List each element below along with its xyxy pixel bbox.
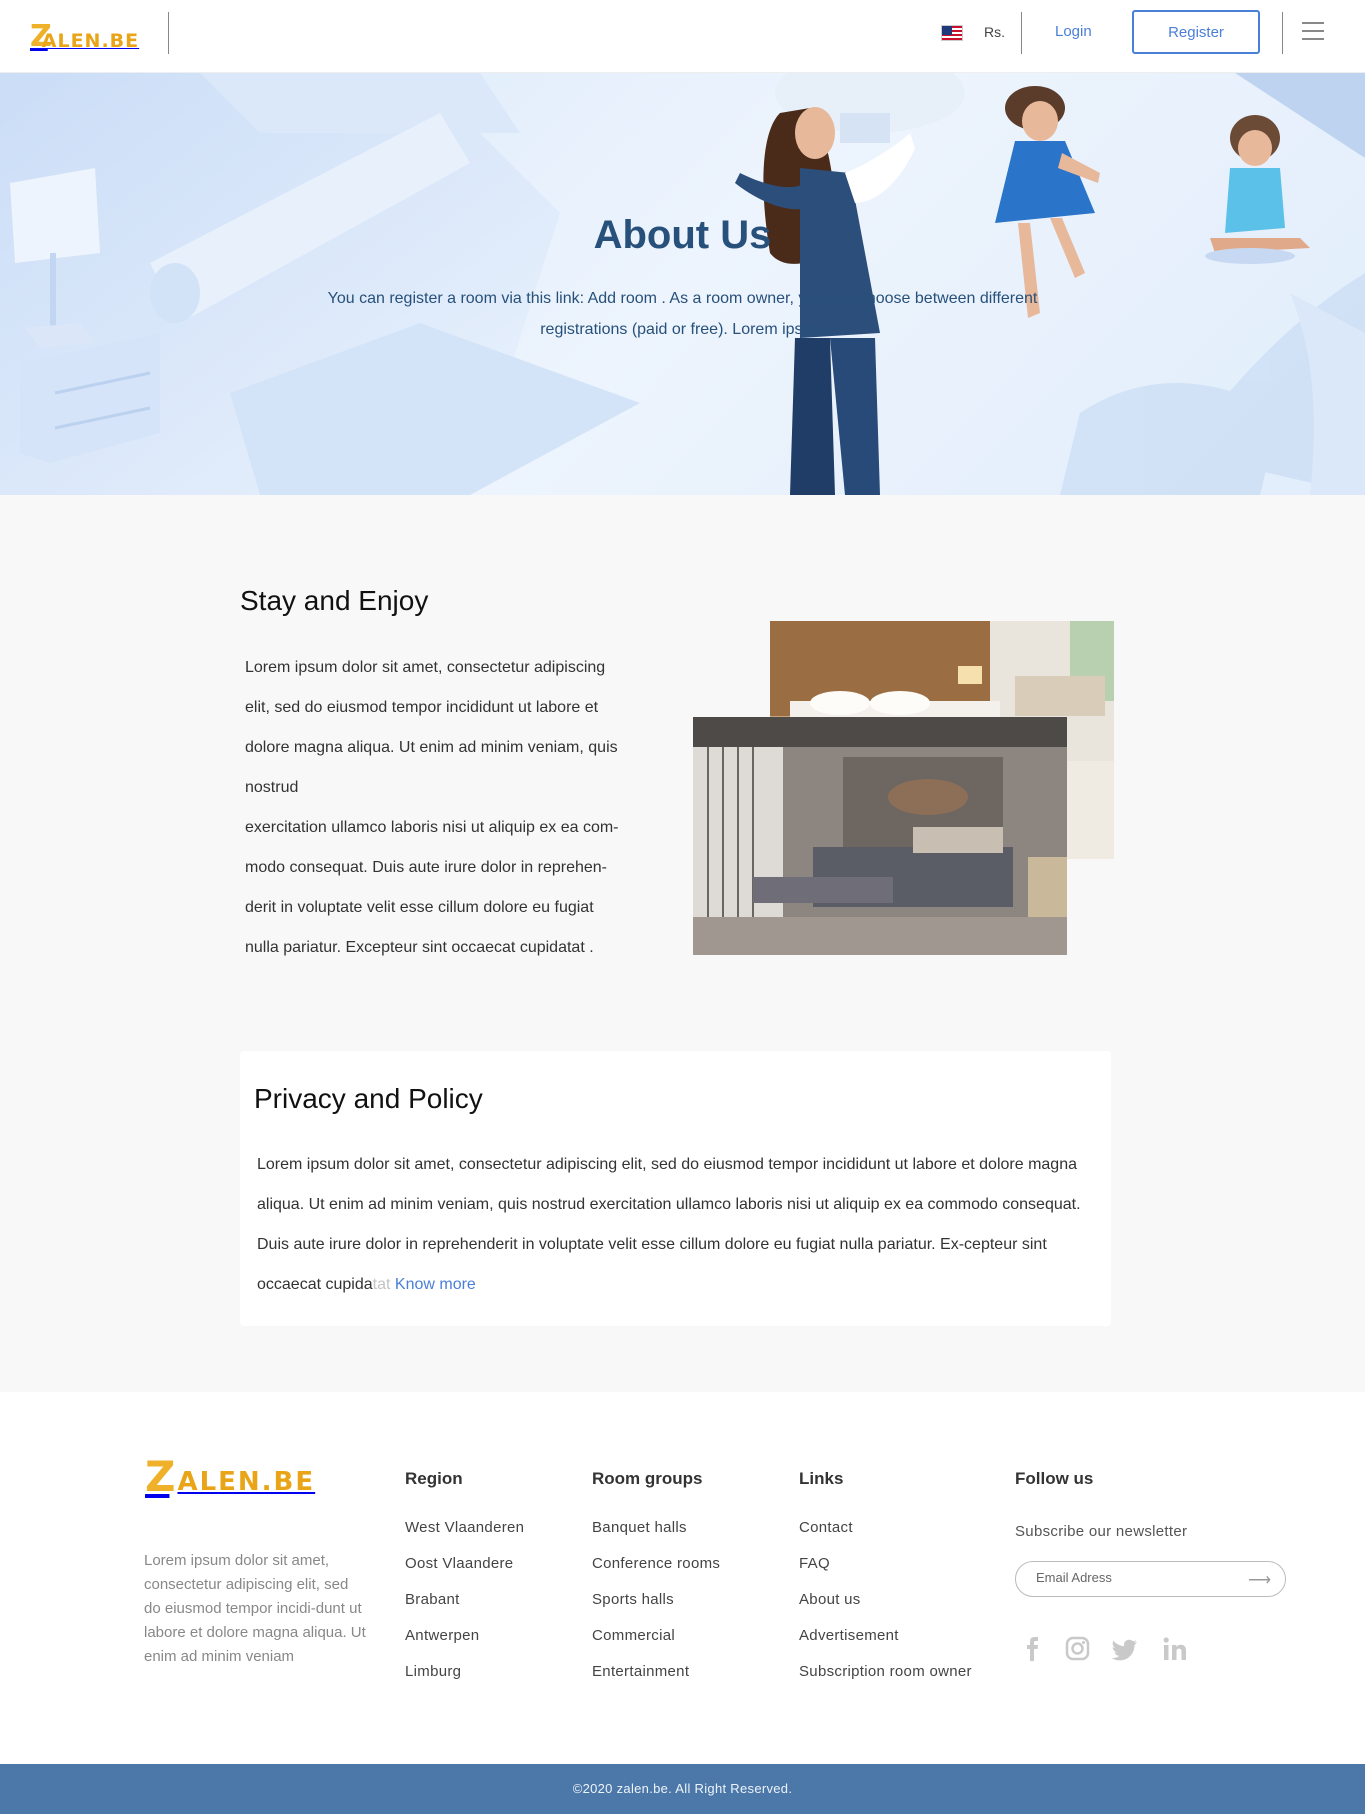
footer-room-groups-title: Room groups — [592, 1469, 703, 1488]
hero-text: You can register a room via this link: A… — [327, 290, 1038, 338]
footer-region-link[interactable]: Brabant — [405, 1591, 524, 1608]
footer-room-group-link[interactable]: Entertainment — [592, 1663, 720, 1680]
register-button[interactable]: Register — [1132, 10, 1260, 54]
stay-text-line: nulla pariatur. Excepteur sint occaecat … — [245, 939, 594, 956]
copyright-bar: ©2020 zalen.be. All Right Reserved. — [0, 1764, 1365, 1814]
footer-logo-mark: Z — [145, 1452, 176, 1501]
footer-room-group-link[interactable]: Conference rooms — [592, 1555, 720, 1572]
footer-link[interactable]: Contact — [799, 1519, 972, 1536]
stay-text-line: exercitation ullamco laboris nisi ut ali… — [245, 819, 619, 836]
stay-text-line: Lorem ipsum dolor sit amet, consectetur … — [245, 659, 606, 676]
privacy-text: Lorem ipsum dolor sit amet, consectetur … — [257, 1145, 1097, 1305]
footer-region-link[interactable]: Antwerpen — [405, 1627, 524, 1644]
footer-region-link[interactable]: Limburg — [405, 1663, 524, 1680]
footer-links-title: Links — [799, 1469, 844, 1488]
footer-link[interactable]: FAQ — [799, 1555, 972, 1572]
login-link[interactable]: Login — [1055, 23, 1092, 40]
footer-region-column: Region West Vlaanderen Oost Vlaandere Br… — [405, 1469, 524, 1699]
logo-text: ALEN.BE — [41, 30, 140, 52]
header-divider — [1021, 12, 1022, 54]
header-divider — [1282, 12, 1283, 54]
footer-follow-title: Follow us — [1015, 1469, 1094, 1488]
footer-region-link[interactable]: West Vlaanderen — [405, 1519, 524, 1536]
site-header: Z ALEN.BE Rs. Login Register — [0, 0, 1365, 73]
privacy-title: Privacy and Policy — [254, 1083, 483, 1114]
stay-text: Lorem ipsum dolor sit amet, consectetur … — [245, 648, 645, 968]
stay-text-line: derit in voluptate velit esse cillum dol… — [245, 899, 594, 916]
footer-region-title: Region — [405, 1469, 463, 1488]
stay-text-line: dolore magna aliqua. Ut enim ad minim ve… — [245, 739, 618, 756]
stay-text-line: modo consequat. Duis aute irure dolor in… — [245, 859, 607, 876]
footer-room-group-link[interactable]: Sports halls — [592, 1591, 720, 1608]
footer-logo[interactable]: Z ALEN.BE — [145, 1452, 316, 1501]
newsletter-form: ⟶ — [1015, 1561, 1286, 1597]
email-field[interactable] — [1036, 1570, 1236, 1585]
about-hero: About Us You can register a room via thi… — [0, 73, 1365, 495]
stay-text-line: nostrud — [245, 779, 299, 796]
facebook-icon[interactable] — [1019, 1635, 1047, 1663]
hotel-room-image — [693, 717, 1067, 955]
footer-follow-column: Follow us — [1015, 1469, 1093, 1489]
stay-text-line: elit, sed do eiusmod tempor incididunt u… — [245, 699, 599, 716]
logo-mark-underline — [34, 22, 36, 52]
footer-links-column: Links Contact FAQ About us Advertisement… — [799, 1469, 972, 1699]
us-flag-icon[interactable] — [941, 25, 963, 41]
header-divider — [168, 12, 169, 54]
currency-selector[interactable]: Rs. — [984, 24, 1005, 40]
arrow-right-icon[interactable]: ⟶ — [1248, 1570, 1271, 1590]
footer-room-group-link[interactable]: Banquet halls — [592, 1519, 720, 1536]
newsletter-label: Subscribe our newsletter — [1015, 1523, 1188, 1540]
footer-link[interactable]: Advertisement — [799, 1627, 972, 1644]
privacy-body: Lorem ipsum dolor sit amet, consectetur … — [257, 1156, 1081, 1293]
privacy-card: Privacy and Policy Lorem ipsum dolor sit… — [240, 1051, 1111, 1326]
privacy-faded-text: tat — [372, 1276, 391, 1293]
page-title: About Us — [593, 213, 772, 257]
site-logo[interactable]: Z ALEN.BE — [30, 18, 140, 53]
linkedin-icon[interactable] — [1161, 1635, 1189, 1663]
site-footer: Z ALEN.BE Lorem ipsum dolor sit amet, co… — [0, 1392, 1365, 1764]
know-more-link[interactable]: Know more — [395, 1276, 476, 1293]
hamburger-menu-icon[interactable] — [1302, 22, 1324, 42]
stay-title: Stay and Enjoy — [240, 585, 429, 616]
footer-link[interactable]: About us — [799, 1591, 972, 1608]
instagram-icon[interactable] — [1064, 1635, 1092, 1663]
footer-region-link[interactable]: Oost Vlaandere — [405, 1555, 524, 1572]
twitter-icon[interactable] — [1111, 1635, 1140, 1663]
footer-room-group-link[interactable]: Commercial — [592, 1627, 720, 1644]
footer-logo-text: ALEN.BE — [177, 1467, 316, 1497]
footer-room-groups-column: Room groups Banquet halls Conference roo… — [592, 1469, 720, 1699]
footer-description: Lorem ipsum dolor sit amet, consectetur … — [144, 1552, 366, 1665]
footer-link[interactable]: Subscription room owner — [799, 1663, 972, 1680]
